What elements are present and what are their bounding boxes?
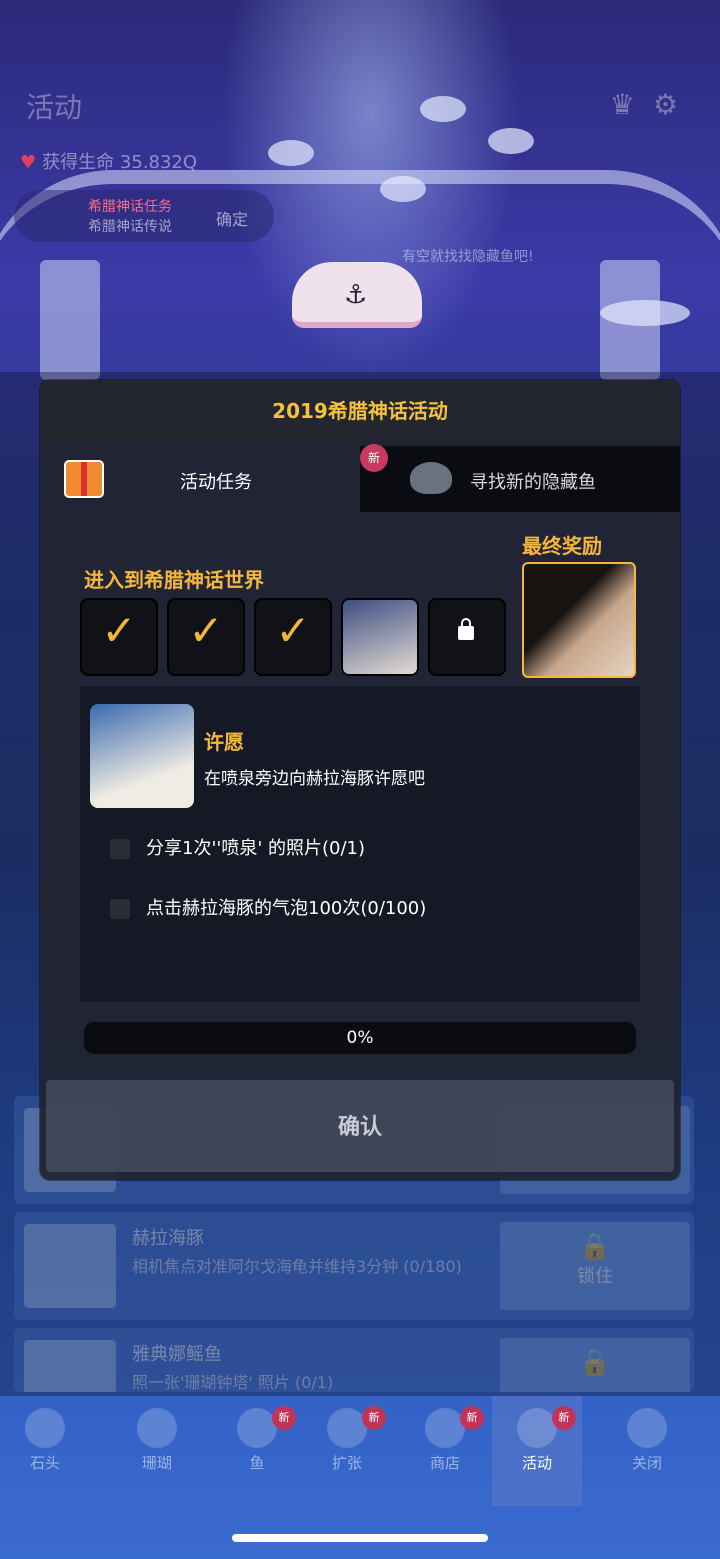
tab-fish[interactable]: 鱼新: [212, 1396, 302, 1506]
bg-hint-text: 有空就找找隐藏鱼吧!: [402, 249, 534, 265]
tab-event[interactable]: 活动新: [492, 1396, 582, 1506]
subtask-item: 点击赫拉海豚的气泡100次(0/100): [110, 894, 426, 920]
bg-page-title: 活动: [26, 91, 83, 124]
checkbox: [110, 899, 130, 919]
check-icon: ✓: [188, 606, 224, 655]
bg-life-counter: ♥ 获得生命 35.832Q: [20, 148, 197, 174]
step-current[interactable]: [341, 598, 419, 676]
tab-hidden-fish-label: 寻找新的隐藏鱼: [470, 472, 596, 493]
check-icon: ✓: [275, 606, 311, 655]
coral-icon: [137, 1408, 177, 1448]
tab-event-tasks[interactable]: 活动任务: [40, 446, 360, 512]
confirm-button[interactable]: 确认: [46, 1080, 674, 1172]
tab-coral[interactable]: 珊瑚: [112, 1396, 202, 1506]
bg-task-confirm: 确定: [216, 210, 249, 229]
shop-icon: [425, 1408, 465, 1448]
fish-icon: [237, 1408, 277, 1448]
event-icon: [517, 1408, 557, 1448]
dolphin[interactable]: [600, 300, 690, 326]
section-title: 进入到希腊神话世界: [84, 568, 264, 592]
task-thumbnail: [90, 704, 194, 808]
new-badge: 新: [272, 1406, 296, 1430]
bg-toolbar-icons: ♛⚙: [610, 88, 696, 121]
expand-icon: [327, 1408, 367, 1448]
temple-pillar: [40, 260, 100, 380]
new-badge: 新: [460, 1406, 484, 1430]
final-reward-image[interactable]: [522, 562, 636, 678]
subtask-item: 分享1次''喷泉' 的照片(0/1): [110, 834, 365, 860]
progress-bar: 0%: [84, 1022, 636, 1054]
step-done[interactable]: ✓: [80, 598, 158, 676]
new-badge: 新: [552, 1406, 576, 1430]
trophy-icon: ♛: [609, 88, 653, 121]
bg-task-pill: 希腊神话任务 希腊神话传说 确定: [14, 190, 274, 242]
lock-icon: [458, 618, 474, 640]
step-locked[interactable]: [428, 598, 506, 676]
fish[interactable]: [488, 128, 534, 154]
fish[interactable]: [380, 176, 426, 202]
anchor-icon: ⚓: [344, 280, 368, 310]
dialog-tabs: 活动任务 新 寻找新的隐藏鱼: [40, 444, 680, 512]
stone-icon: [25, 1408, 65, 1448]
shell-icon: [410, 462, 452, 494]
fish[interactable]: [420, 96, 466, 122]
dialog-title: 2019希腊神话活动: [40, 380, 680, 442]
gear-icon: ⚙: [652, 88, 696, 121]
task-name: 许愿: [204, 730, 244, 754]
bottom-tab-bar: 石头 珊瑚 鱼新 扩张新 商店新 活动新 关闭: [0, 1396, 720, 1506]
bg-task-line2: 希腊神话传说: [88, 219, 172, 235]
event-dialog: 2019希腊神话活动 活动任务 新 寻找新的隐藏鱼 最终奖励 进入到希腊神话世界…: [40, 380, 680, 1180]
step-done[interactable]: ✓: [167, 598, 245, 676]
sailor-hat-decoration: ⚓: [292, 262, 422, 328]
tab-stone[interactable]: 石头: [0, 1396, 90, 1506]
tab-shop[interactable]: 商店新: [400, 1396, 490, 1506]
fish[interactable]: [268, 140, 314, 166]
tab-close[interactable]: 关闭: [602, 1396, 692, 1506]
task-panel: 许愿 在喷泉旁边向赫拉海豚许愿吧 分享1次''喷泉' 的照片(0/1) 点击赫拉…: [80, 686, 640, 1002]
home-indicator[interactable]: [232, 1534, 488, 1542]
checkbox: [110, 839, 130, 859]
close-icon: [627, 1408, 667, 1448]
heart-icon: ♥: [20, 152, 37, 173]
bg-task-line1: 希腊神话任务: [88, 199, 172, 215]
tab-hidden-fish[interactable]: 新 寻找新的隐藏鱼: [360, 444, 680, 512]
tab-expand[interactable]: 扩张新: [302, 1396, 392, 1506]
step-done[interactable]: ✓: [254, 598, 332, 676]
new-badge: 新: [360, 444, 388, 472]
final-reward-title: 最终奖励: [522, 534, 602, 558]
check-icon: ✓: [101, 606, 137, 655]
tab-event-tasks-label: 活动任务: [180, 472, 252, 493]
life-value: 获得生命 35.832Q: [42, 152, 198, 173]
gift-icon: [64, 460, 104, 498]
new-badge: 新: [362, 1406, 386, 1430]
task-desc: 在喷泉旁边向赫拉海豚许愿吧: [204, 769, 425, 789]
